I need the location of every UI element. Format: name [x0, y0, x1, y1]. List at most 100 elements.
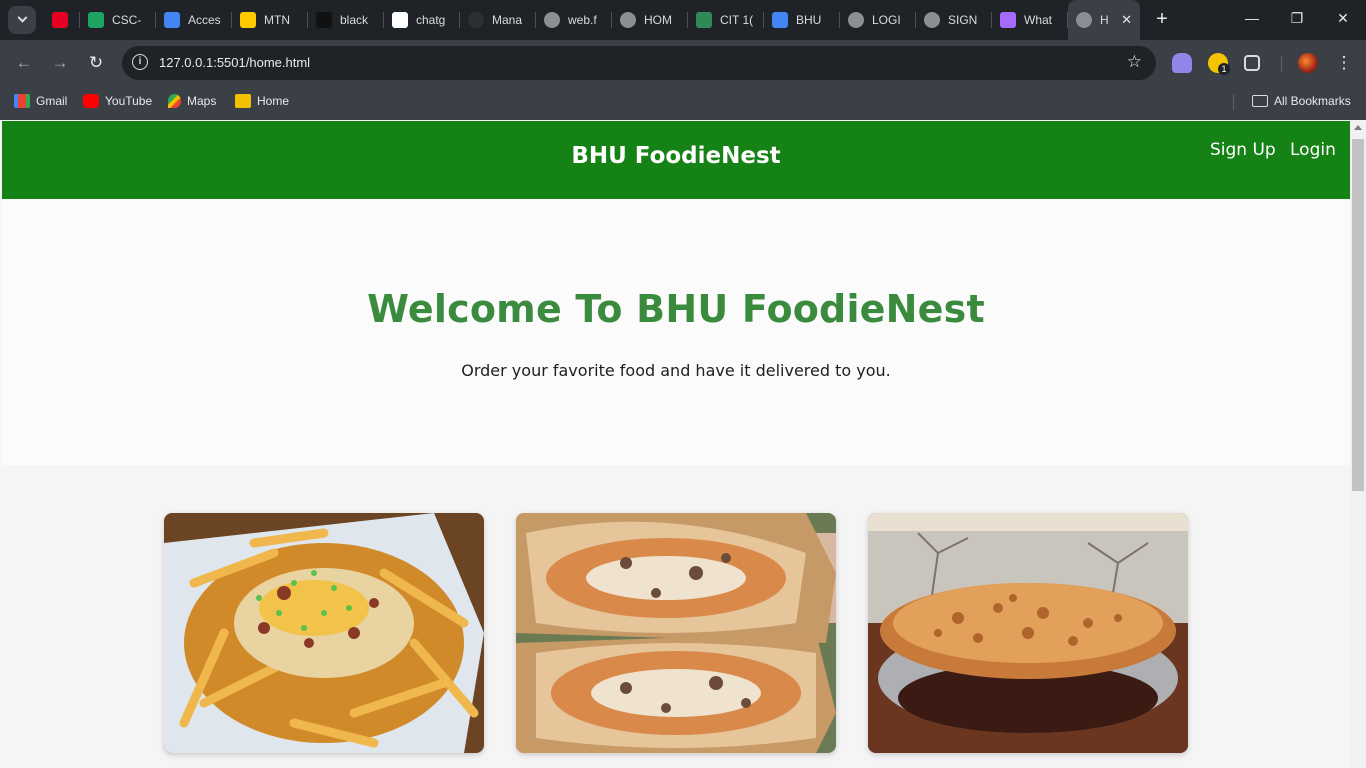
browser-tab[interactable]: chatg — [384, 0, 460, 40]
browser-tab[interactable]: MTN — [232, 0, 308, 40]
bookmark-label: Home — [257, 94, 290, 108]
hero-section: Welcome To BHU FoodieNest Order your fav… — [2, 199, 1350, 465]
signup-link[interactable]: Sign Up — [1210, 140, 1276, 160]
browser-toolbar: ← → ↻ i 127.0.0.1:5501/home.html ☆ 1 ⋮ — [0, 40, 1366, 86]
browser-tab[interactable]: Acces — [156, 0, 232, 40]
minimize-icon[interactable]: — — [1237, 10, 1267, 26]
pie-image — [868, 513, 1188, 753]
home-icon — [235, 94, 251, 108]
globe-icon — [848, 12, 864, 28]
tab-title: H — [1100, 13, 1109, 27]
new-tab-button[interactable]: + — [1150, 8, 1174, 31]
gmail-icon — [14, 94, 30, 108]
bookmark-youtube[interactable]: YouTube — [83, 94, 152, 108]
close-window-icon[interactable]: ✕ — [1328, 10, 1358, 27]
chevron-down-icon — [17, 12, 27, 23]
tab-title: HOM — [644, 13, 672, 27]
black-icon — [316, 12, 332, 28]
forward-button[interactable]: → — [49, 52, 71, 74]
bookmarks-bar: Gmail YouTube Maps Home All Bookmarks — [0, 86, 1366, 120]
school-icon — [696, 12, 712, 28]
extension-badge: 1 — [1218, 63, 1230, 75]
hero-subtitle: Order your favorite food and have it del… — [461, 361, 891, 380]
docs-icon — [772, 12, 788, 28]
bookmark-home[interactable]: Home — [235, 94, 289, 108]
facebook-icon — [544, 12, 560, 28]
globe-icon — [924, 12, 940, 28]
browser-tab[interactable]: HOM — [612, 0, 688, 40]
cube-icon — [1000, 12, 1016, 28]
tab-title: Mana — [492, 13, 523, 27]
docs-icon — [164, 12, 180, 28]
tab-title: BHU — [796, 13, 822, 27]
login-link[interactable]: Login — [1290, 140, 1336, 160]
address-url[interactable]: 127.0.0.1:5501/home.html — [159, 55, 310, 70]
food-card-pie[interactable] — [868, 513, 1188, 753]
extensions-puzzle-icon[interactable] — [1244, 55, 1260, 71]
bookmark-label: Maps — [187, 94, 217, 108]
github-icon — [468, 12, 484, 28]
folder-icon — [1252, 95, 1268, 107]
tab-title: CSC- — [112, 13, 142, 27]
back-button[interactable]: ← — [13, 52, 35, 74]
bookmark-label: YouTube — [105, 94, 153, 108]
browser-tab[interactable]: Mana — [460, 0, 536, 40]
toolbar-divider — [1281, 56, 1282, 72]
browser-tab-bar: CSC- Acces MTN black chatg Mana web.f HOM CIT 1(… — [0, 0, 1366, 40]
all-bookmarks-button[interactable]: All Bookmarks — [1252, 94, 1351, 108]
sheets-icon — [88, 12, 104, 28]
close-tab-icon[interactable]: ✕ — [1121, 12, 1132, 28]
browser-tab[interactable]: BHU — [764, 0, 840, 40]
tab-title: chatg — [416, 13, 446, 27]
extension-ghost-icon[interactable] — [1172, 53, 1192, 73]
tab-active[interactable]: H ✕ — [1068, 0, 1140, 40]
browser-tab[interactable]: CIT 1( — [688, 0, 764, 40]
food-card-burrito[interactable] — [516, 513, 836, 753]
browser-tab[interactable]: LOGI — [840, 0, 916, 40]
restore-icon[interactable]: ❐ — [1282, 10, 1312, 27]
reload-button[interactable]: ↻ — [85, 52, 107, 74]
loaded-fries-image — [164, 513, 484, 753]
tab-title: SIGN — [948, 13, 978, 27]
page-scrollbar[interactable] — [1350, 121, 1366, 768]
tab-title: LOGI — [872, 13, 901, 27]
site-info-icon[interactable]: i — [132, 54, 148, 70]
profile-avatar[interactable] — [1298, 53, 1318, 73]
mtn-icon — [240, 12, 256, 28]
tab-title: Acces — [188, 13, 221, 27]
site-brand[interactable]: BHU FoodieNest — [2, 143, 1350, 169]
tab-title: What — [1024, 13, 1053, 27]
bookmark-label: Gmail — [36, 94, 68, 108]
browser-menu-icon[interactable]: ⋮ — [1333, 52, 1355, 74]
tab-title: web.f — [568, 13, 597, 27]
tab-strip: CSC- Acces MTN black chatg Mana web.f HOM CIT 1(… — [44, 0, 1140, 40]
food-card-fries[interactable] — [164, 513, 484, 753]
bookmark-gmail[interactable]: Gmail — [14, 94, 67, 108]
globe-icon — [1076, 12, 1092, 28]
bookmark-maps[interactable]: Maps — [168, 94, 216, 108]
bookmarks-divider — [1233, 94, 1234, 110]
hero-title: Welcome To BHU FoodieNest — [367, 287, 985, 331]
tab-search-button[interactable] — [8, 6, 36, 34]
browser-tab[interactable]: black — [308, 0, 384, 40]
tab-title: CIT 1( — [720, 13, 754, 27]
extension-coin-icon[interactable]: 1 — [1208, 53, 1230, 75]
address-bar[interactable]: i 127.0.0.1:5501/home.html ☆ — [122, 46, 1156, 80]
scroll-up-arrow-icon[interactable] — [1354, 125, 1362, 130]
globe-icon — [620, 12, 636, 28]
browser-tab[interactable]: web.f — [536, 0, 612, 40]
browser-tab[interactable]: SIGN — [916, 0, 992, 40]
youtube-icon — [83, 94, 99, 108]
browser-tab[interactable]: CSC- — [80, 0, 156, 40]
chatgpt-icon — [392, 12, 408, 28]
maps-icon — [168, 94, 181, 108]
tab-title: MTN — [264, 13, 290, 27]
pinterest-icon — [52, 12, 68, 28]
all-bookmarks-label: All Bookmarks — [1274, 94, 1351, 108]
bookmark-star-icon[interactable]: ☆ — [1127, 52, 1142, 72]
scrollbar-thumb[interactable] — [1352, 139, 1364, 491]
browser-tab[interactable] — [44, 0, 80, 40]
browser-tab[interactable]: What — [992, 0, 1068, 40]
tab-title: black — [340, 13, 369, 27]
page-viewport: BHU FoodieNest Sign Up Login Welcome To … — [2, 121, 1350, 768]
